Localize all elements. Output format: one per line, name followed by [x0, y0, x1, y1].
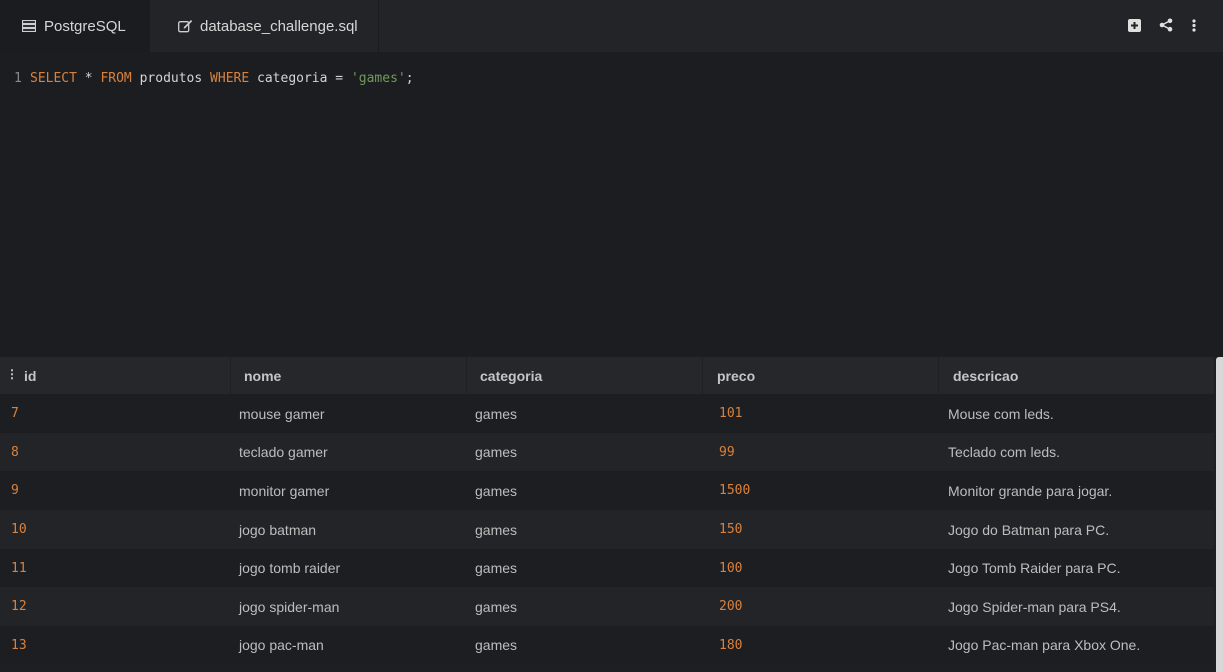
- cell-id: 7: [11, 406, 19, 421]
- table-row[interactable]: 11 jogo tomb raider games 100 Jogo Tomb …: [0, 549, 1214, 587]
- edit-icon: [177, 18, 193, 34]
- cell-id: 8: [11, 444, 19, 460]
- table-row[interactable]: 9 monitor gamer games 1500 Monitor grand…: [0, 471, 1214, 510]
- cell-descricao: Monitor grande para jogar.: [948, 482, 1113, 499]
- cell-categoria: games: [475, 637, 518, 653]
- results-scrollbar[interactable]: [1216, 357, 1223, 672]
- cell-preco: 99: [719, 444, 735, 460]
- cell-categoria: games: [475, 444, 518, 460]
- condition-token: categoria =: [249, 70, 351, 86]
- tab-label: database_challenge.sql: [200, 17, 358, 35]
- cell-id: 9: [11, 483, 19, 498]
- table-row[interactable]: 13 jogo pac-man games 180 Jogo Pac-man p…: [0, 626, 1214, 664]
- tab-postgresql[interactable]: PostgreSQL: [0, 0, 150, 52]
- column-header-nome[interactable]: nome: [230, 357, 466, 394]
- semicolon-token: ;: [405, 70, 414, 86]
- cell-categoria: games: [475, 482, 518, 499]
- line-number: 1: [14, 70, 22, 86]
- sql-editor[interactable]: 1 SELECT * FROM produtos WHERE categoria …: [0, 52, 1223, 342]
- cell-preco: 101: [719, 406, 743, 421]
- cell-id: 10: [11, 522, 27, 537]
- cell-id: 12: [11, 599, 27, 614]
- top-bar: PostgreSQL database_challenge.sql: [0, 0, 1223, 52]
- keyword-from: FROM: [100, 70, 132, 86]
- cell-preco: 1500: [719, 483, 751, 498]
- keyword-select: SELECT: [30, 70, 77, 86]
- tab-label: PostgreSQL: [44, 17, 126, 35]
- table-row[interactable]: 7 mouse gamer games 101 Mouse com leds.: [0, 394, 1214, 433]
- cell-nome: teclado gamer: [239, 444, 328, 460]
- table-header: ⋮ id nome categoria preco descricao: [0, 357, 1214, 394]
- cell-categoria: games: [475, 405, 518, 422]
- star-token: *: [76, 70, 101, 86]
- tab-database-challenge-sql[interactable]: database_challenge.sql: [150, 0, 379, 52]
- cell-categoria: games: [475, 521, 518, 538]
- cell-descricao: Teclado com leds.: [948, 444, 1061, 460]
- column-header-descricao[interactable]: descricao: [938, 357, 1214, 394]
- cell-descricao: Jogo Spider-man para PS4.: [948, 598, 1121, 615]
- column-header-id[interactable]: id: [24, 357, 230, 394]
- column-header-preco[interactable]: preco: [702, 357, 938, 394]
- table-row[interactable]: 10 jogo batman games 150 Jogo do Batman …: [0, 510, 1214, 549]
- cell-categoria: games: [475, 598, 518, 615]
- cell-id: 11: [11, 560, 27, 576]
- code-line[interactable]: 1 SELECT * FROM produtos WHERE categoria …: [0, 69, 414, 87]
- table-row[interactable]: 8 teclado gamer games 99 Teclado com led…: [0, 433, 1214, 471]
- cell-nome: jogo pac-man: [239, 637, 324, 653]
- cell-descricao: Jogo Pac-man para Xbox One.: [948, 637, 1141, 653]
- column-header-categoria[interactable]: categoria: [466, 357, 702, 394]
- cell-nome: jogo spider-man: [239, 598, 340, 615]
- cell-preco: 200: [719, 599, 743, 614]
- table-token: produtos: [131, 70, 211, 86]
- cell-preco: 100: [719, 560, 743, 576]
- cell-descricao: Jogo do Batman para PC.: [948, 521, 1110, 538]
- cell-preco: 180: [719, 637, 743, 653]
- table-row[interactable]: 12 jogo spider-man games 200 Jogo Spider…: [0, 587, 1214, 626]
- keyword-where: WHERE: [210, 70, 250, 86]
- share-icon[interactable]: [1158, 17, 1174, 33]
- cell-descricao: Jogo Tomb Raider para PC.: [948, 560, 1121, 576]
- cell-nome: jogo tomb raider: [239, 560, 341, 576]
- more-vertical-icon[interactable]: [1186, 17, 1202, 33]
- results-table: ⋮ id nome categoria preco descricao 7 mo…: [0, 357, 1223, 672]
- plus-square-icon[interactable]: [1126, 17, 1142, 33]
- string-literal: 'games': [350, 70, 406, 86]
- database-list-icon: [21, 18, 37, 34]
- cell-nome: mouse gamer: [239, 405, 325, 422]
- cell-descricao: Mouse com leds.: [948, 405, 1054, 422]
- column-menu-icon[interactable]: ⋮: [6, 367, 18, 381]
- cell-nome: jogo batman: [239, 521, 317, 538]
- cell-preco: 150: [719, 522, 743, 537]
- cell-nome: monitor gamer: [239, 482, 330, 499]
- cell-id: 13: [11, 637, 27, 653]
- cell-categoria: games: [475, 560, 518, 576]
